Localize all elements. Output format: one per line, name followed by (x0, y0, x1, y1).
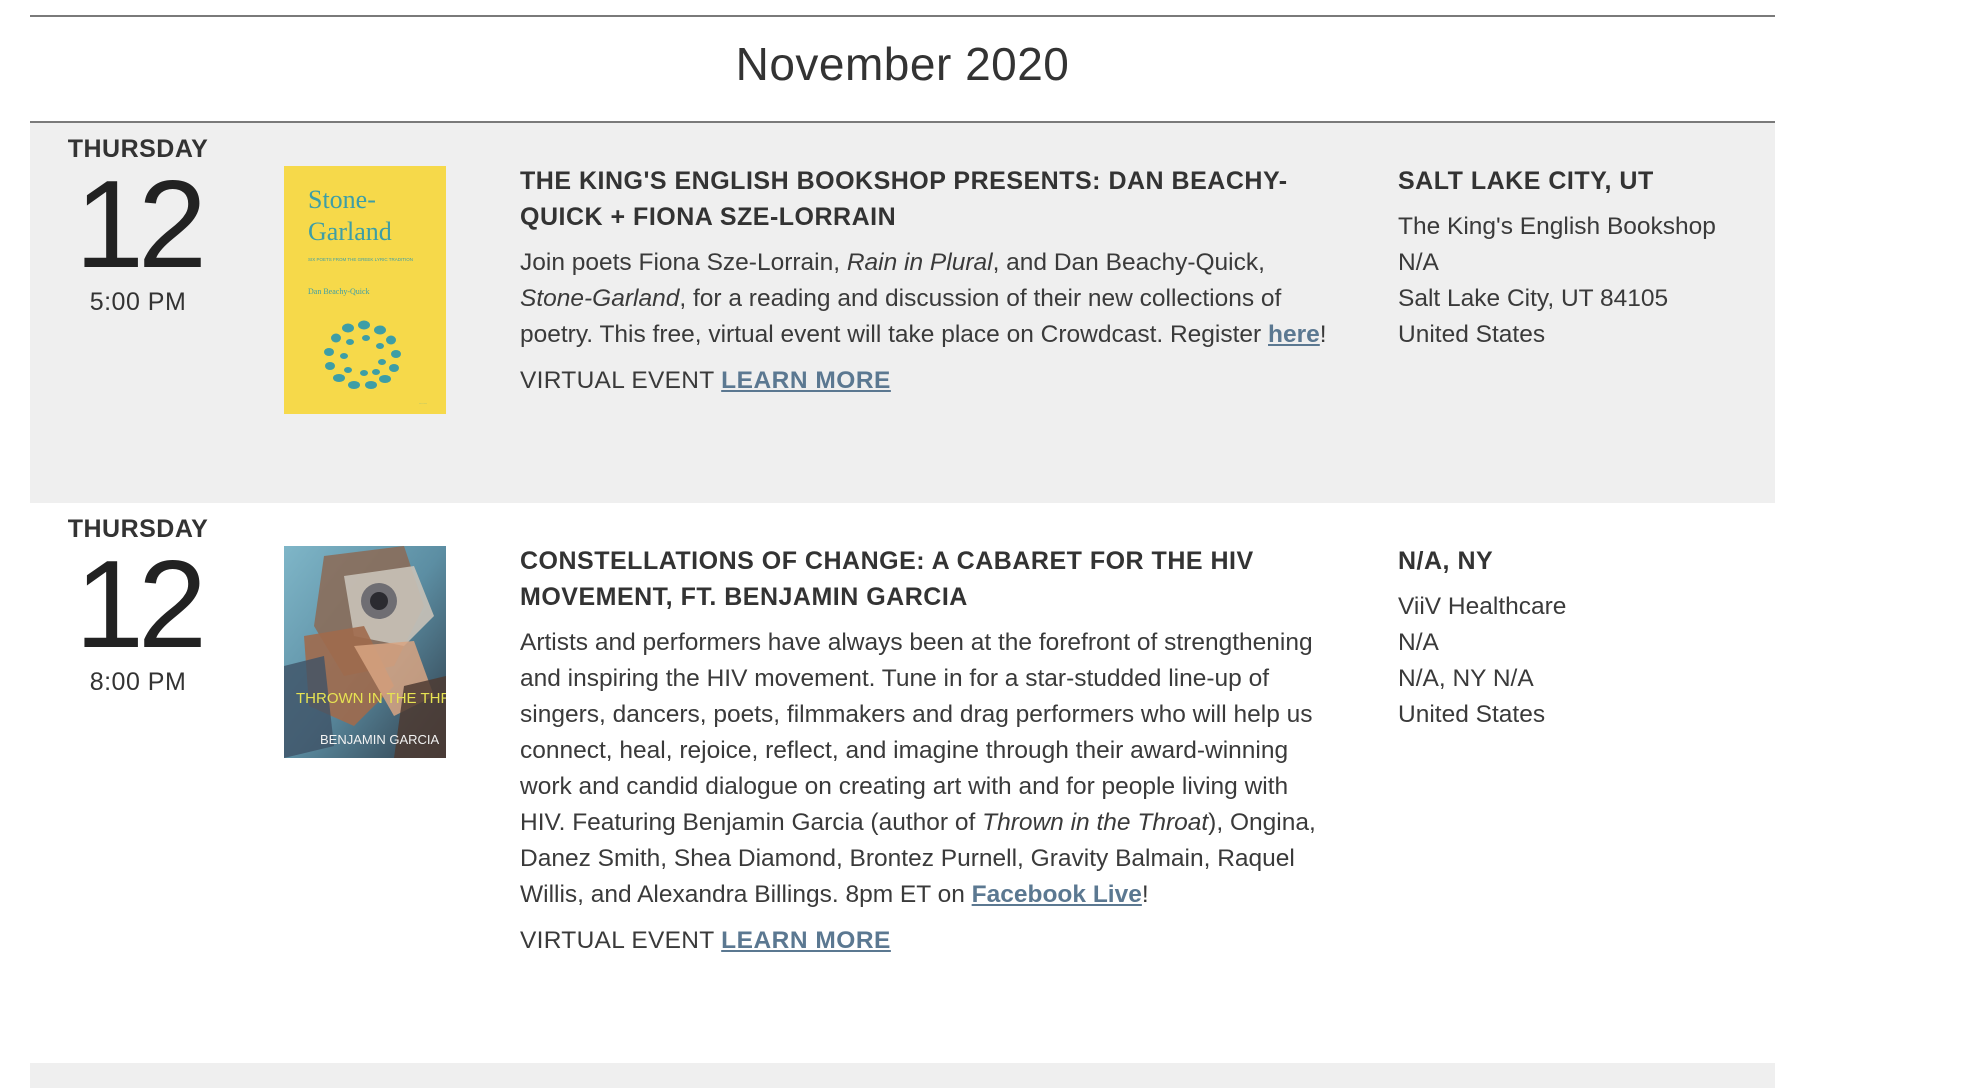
location-venue: The King's English Bookshop (1398, 213, 1716, 240)
desc-text: Join poets Fiona Sze-Lorrain, (520, 249, 847, 276)
location-street: N/A (1398, 249, 1439, 276)
event-title[interactable]: CONSTELLATIONS OF CHANGE: A CABARET FOR … (520, 543, 1340, 615)
event-row (30, 1063, 1775, 1088)
location-address: The King's English Bookshop N/A Salt Lak… (1398, 209, 1768, 353)
top-divider (30, 15, 1775, 17)
learn-more-link[interactable]: LEARN MORE (721, 367, 891, 394)
event-type: VIRTUAL EVENT (520, 927, 715, 954)
location-city-zip: N/A, NY N/A (1398, 665, 1534, 692)
cover-author: BENJAMIN GARCIA (320, 732, 440, 747)
event-title[interactable]: THE KING'S ENGLISH BOOKSHOP PRESENTS: DA… (520, 163, 1340, 235)
month-heading: November 2020 (735, 38, 1070, 90)
cover-title-line-1: Stone- (308, 185, 376, 214)
event-date: THURSDAY 12 5:00 PM (30, 135, 246, 317)
event-type-line: VIRTUAL EVENT LEARN MORE (520, 927, 1340, 955)
event-time: 8:00 PM (89, 668, 187, 696)
event-day-number: 12 (75, 536, 207, 674)
facebook-live-link[interactable]: Facebook Live (972, 881, 1142, 908)
location-country: United States (1398, 701, 1546, 728)
event-day-number: 12 (75, 156, 207, 294)
book-title: Rain in Plural (846, 249, 993, 276)
event-time: 5:00 PM (89, 288, 187, 316)
desc-text: ! (1141, 881, 1149, 908)
event-details: THE KING'S ENGLISH BOOKSHOP PRESENTS: DA… (520, 163, 1340, 395)
events-page: November 2020 THURSDAY 12 5:00 PM Stone-… (0, 0, 1966, 1088)
desc-text: Artists and performers have always been … (520, 629, 1313, 836)
book-title: Stone-Garland (520, 285, 680, 312)
register-link[interactable]: here (1268, 321, 1320, 348)
learn-more-link[interactable]: LEARN MORE (721, 927, 891, 954)
event-description: Artists and performers have always been … (520, 625, 1340, 913)
cover-title: THROWN IN THE THROAT (296, 690, 446, 707)
event-row: THURSDAY 12 5:00 PM Stone- Garland SIX P… (30, 123, 1775, 503)
event-date: THURSDAY 12 8:00 PM (30, 515, 246, 697)
location-country: United States (1398, 321, 1546, 348)
book-title: Thrown in the Throat (982, 809, 1209, 836)
book-cover-image: Stone- Garland SIX POETS FROM THE GREEK … (284, 166, 446, 414)
location-venue: ViiV Healthcare (1398, 593, 1567, 620)
cover-title-line-2: Garland (308, 217, 392, 246)
event-details: CONSTELLATIONS OF CHANGE: A CABARET FOR … (520, 543, 1340, 955)
event-location: SALT LAKE CITY, UT The King's English Bo… (1398, 163, 1768, 353)
location-title: N/A, NY (1398, 547, 1494, 575)
event-type-line: VIRTUAL EVENT LEARN MORE (520, 367, 1340, 395)
book-cover-stone-garland[interactable]: Stone- Garland SIX POETS FROM THE GREEK … (284, 166, 446, 414)
book-cover-image: THROWN IN THE THROAT BENJAMIN GARCIA (284, 546, 481, 758)
cover-subtitle: SIX POETS FROM THE GREEK LYRIC TRADITION (308, 257, 413, 262)
location-title: SALT LAKE CITY, UT (1398, 167, 1654, 195)
svg-text:∙∙∙∙∙∙∙: ∙∙∙∙∙∙∙ (419, 401, 427, 406)
location-address: ViiV Healthcare N/A N/A, NY N/A United S… (1398, 589, 1768, 733)
desc-text: , and Dan Beachy-Quick, (992, 249, 1265, 276)
location-city-zip: Salt Lake City, UT 84105 (1398, 285, 1669, 312)
event-type: VIRTUAL EVENT (520, 367, 715, 394)
event-description: Join poets Fiona Sze-Lorrain, Rain in Pl… (520, 245, 1340, 353)
cover-author: Dan Beachy-Quick (308, 287, 370, 296)
location-street: N/A (1398, 629, 1439, 656)
book-cover-thrown-in-the-throat[interactable]: THROWN IN THE THROAT BENJAMIN GARCIA (284, 546, 481, 758)
event-row: THURSDAY 12 8:00 PM THROWN IN THE THR BE… (30, 503, 1775, 1063)
desc-text: ! (1319, 321, 1327, 348)
event-location: N/A, NY ViiV Healthcare N/A N/A, NY N/A … (1398, 543, 1768, 733)
